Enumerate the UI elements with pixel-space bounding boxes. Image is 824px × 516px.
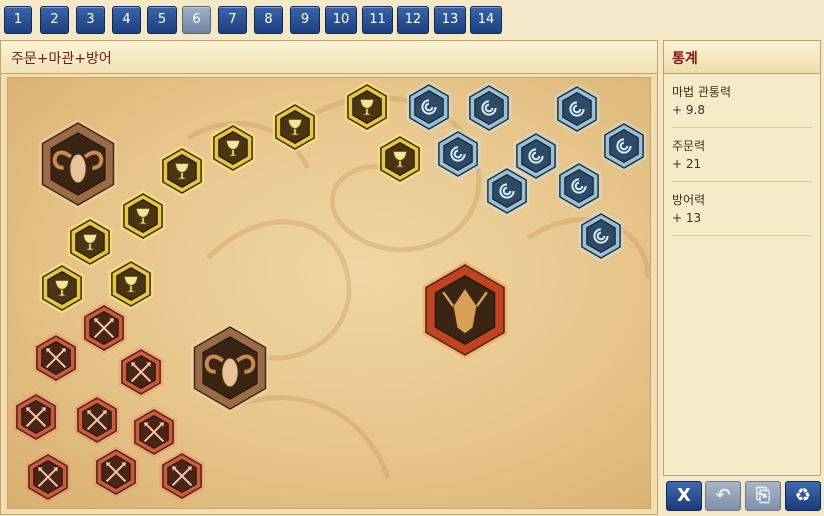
mastery-board [7,77,651,509]
tab-page-6[interactable]: 6 [182,6,211,34]
tab-page-12[interactable]: 12 [397,6,429,34]
stat-label: 주문력 [672,139,706,153]
stat-armor: 방어력 + 13 [672,182,812,236]
mastery-node-chalice[interactable] [377,133,423,185]
mastery-node-arrows[interactable] [74,394,120,446]
mastery-node-chalice[interactable] [39,262,85,314]
stats-title: 통계 [672,51,698,67]
mastery-node-chalice[interactable] [159,145,205,197]
mastery-node-arrows[interactable] [81,302,127,354]
mastery-panel: 주문+마관+방어 [0,40,658,515]
mastery-node-arrows[interactable] [159,450,205,502]
close-icon: X [677,485,691,506]
mastery-node-seal[interactable] [556,160,602,212]
board-artwork [13,81,650,503]
tab-page-3[interactable]: 3 [76,6,105,34]
mastery-node-seal[interactable] [601,120,647,172]
recycle-icon: ♻ [794,485,812,506]
tab-page-13[interactable]: 13 [434,6,466,34]
mastery-node-arrows[interactable] [33,332,79,384]
tab-page-10[interactable]: 10 [325,6,357,34]
mastery-node-seal[interactable] [554,83,600,135]
mastery-node-chalice[interactable] [67,216,113,268]
tab-page-8[interactable]: 8 [254,6,283,34]
stat-label: 방어력 [672,193,706,207]
tab-page-11[interactable]: 11 [362,6,393,34]
stats-panel: 통계 마법 관통력 + 9.8 주문력 + 21 방어력 + 13 [663,40,821,476]
stat-ability-power: 주문력 + 21 [672,128,812,182]
mastery-node-arrows[interactable] [13,391,59,443]
mastery-node-chalice[interactable] [108,258,154,310]
mastery-node-seal[interactable] [406,81,452,133]
mastery-node-dragon[interactable] [422,261,508,359]
stat-magic-penetration: 마법 관통력 + 9.8 [672,74,812,128]
tab-page-9[interactable]: 9 [290,6,320,34]
mastery-node-chalice[interactable] [344,81,390,133]
stat-value: + 9.8 [672,103,705,117]
stats-header: 통계 [664,41,820,74]
undo-icon: ↶ [715,485,731,506]
tab-page-7[interactable]: 7 [218,6,247,34]
tab-page-5[interactable]: 5 [147,6,177,34]
mastery-node-chalice[interactable] [272,101,318,153]
mastery-node-arrows[interactable] [25,451,71,503]
page-title: 주문+마관+방어 [11,51,112,67]
mastery-node-ram[interactable] [39,119,117,209]
save-icon: ⎘ [755,485,771,506]
reset-button[interactable]: X [666,481,702,511]
mastery-node-chalice[interactable] [210,122,256,174]
tab-page-4[interactable]: 4 [112,6,141,34]
mastery-node-arrows[interactable] [118,346,164,398]
tab-page-14[interactable]: 14 [470,6,502,34]
mastery-node-arrows[interactable] [93,446,139,498]
mastery-node-seal[interactable] [466,82,512,134]
mastery-node-arrows[interactable] [131,406,177,458]
mastery-page-tabs: 1 2 3 4 5 6 7 8 9 10 11 12 13 14 [0,0,824,38]
stat-label: 마법 관통력 [672,85,732,99]
recycle-button[interactable]: ♻ [785,481,821,511]
undo-button[interactable]: ↶ [705,481,741,511]
stat-value: + 21 [672,157,702,171]
stat-value: + 13 [672,211,702,225]
mastery-header: 주문+마관+방어 [1,41,657,74]
tab-page-1[interactable]: 1 [4,6,32,34]
save-button[interactable]: ⎘ [745,481,781,511]
mastery-node-seal[interactable] [435,128,481,180]
mastery-node-chalice[interactable] [120,190,166,242]
tab-page-2[interactable]: 2 [40,6,69,34]
